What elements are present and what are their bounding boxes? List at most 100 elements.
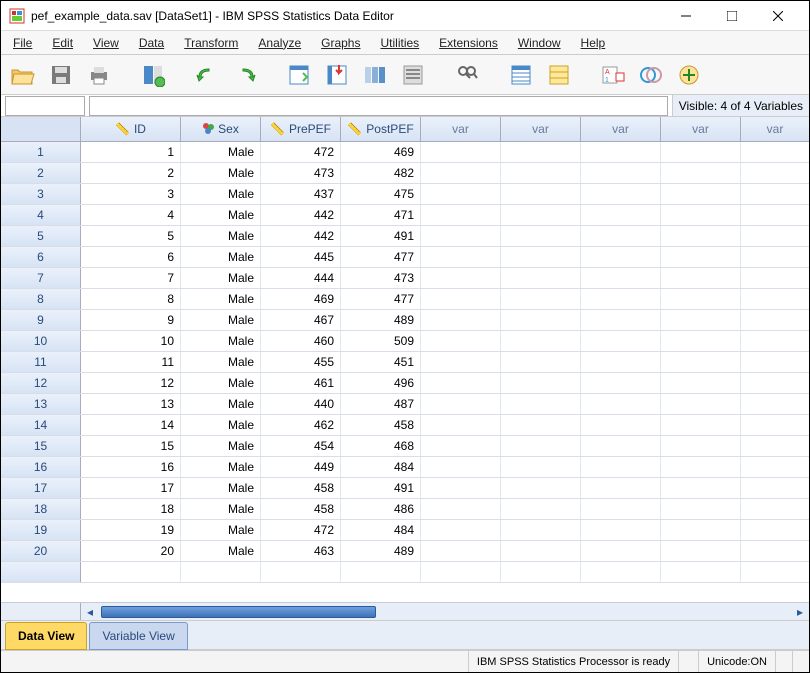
cell-empty[interactable]	[741, 373, 809, 393]
column-header-empty[interactable]: var	[661, 117, 741, 141]
menu-graphs[interactable]: Graphs	[315, 34, 366, 52]
cell-sex[interactable]: Male	[181, 478, 261, 498]
cell-sex[interactable]: Male	[181, 352, 261, 372]
cell-prepef[interactable]: 442	[261, 226, 341, 246]
cell-empty[interactable]	[581, 541, 661, 561]
cell-empty[interactable]	[501, 289, 581, 309]
column-header-prepef[interactable]: 📏PrePEF	[261, 117, 341, 141]
cell-empty[interactable]	[741, 352, 809, 372]
cell-empty[interactable]	[661, 142, 741, 162]
cell-empty[interactable]	[661, 289, 741, 309]
cell-empty[interactable]	[81, 562, 181, 582]
cell-empty[interactable]	[181, 562, 261, 582]
column-header-empty[interactable]: var	[501, 117, 581, 141]
cell-sex[interactable]: Male	[181, 226, 261, 246]
cell-empty[interactable]	[581, 142, 661, 162]
cell-empty[interactable]	[581, 226, 661, 246]
cell-sex[interactable]: Male	[181, 457, 261, 477]
row-number[interactable]: 9	[1, 310, 81, 330]
cell-empty[interactable]	[741, 184, 809, 204]
cell-empty[interactable]	[501, 142, 581, 162]
cell-sex[interactable]: Male	[181, 163, 261, 183]
cell-empty[interactable]	[581, 247, 661, 267]
menu-utilities[interactable]: Utilities	[374, 34, 425, 52]
cell-id[interactable]: 3	[81, 184, 181, 204]
cell-id[interactable]: 5	[81, 226, 181, 246]
cell-empty[interactable]	[421, 478, 501, 498]
cell-empty[interactable]	[421, 247, 501, 267]
cell-sex[interactable]: Male	[181, 436, 261, 456]
row-number[interactable]: 10	[1, 331, 81, 351]
cell-postpef[interactable]: 491	[341, 478, 421, 498]
cell-id[interactable]: 20	[81, 541, 181, 561]
row-number[interactable]: 4	[1, 205, 81, 225]
cell-postpef[interactable]: 477	[341, 247, 421, 267]
cell-empty[interactable]	[661, 373, 741, 393]
cell-id[interactable]: 1	[81, 142, 181, 162]
cell-empty[interactable]	[581, 163, 661, 183]
cell-empty[interactable]	[661, 268, 741, 288]
cell-prepef[interactable]: 458	[261, 499, 341, 519]
cell-empty[interactable]	[501, 478, 581, 498]
column-header-empty[interactable]: var	[421, 117, 501, 141]
row-number[interactable]: 5	[1, 226, 81, 246]
cell-empty[interactable]	[501, 394, 581, 414]
menu-file[interactable]: File	[7, 34, 38, 52]
cell-postpef[interactable]: 473	[341, 268, 421, 288]
cell-id[interactable]: 14	[81, 415, 181, 435]
open-button[interactable]	[7, 59, 39, 91]
cell-empty[interactable]	[741, 436, 809, 456]
cell-prepef[interactable]: 461	[261, 373, 341, 393]
row-number[interactable]: 11	[1, 352, 81, 372]
cell-sex[interactable]: Male	[181, 310, 261, 330]
row-number[interactable]: 19	[1, 520, 81, 540]
cell-prepef[interactable]: 463	[261, 541, 341, 561]
cell-id[interactable]: 7	[81, 268, 181, 288]
cell-prepef[interactable]: 445	[261, 247, 341, 267]
column-header-empty[interactable]: var	[581, 117, 661, 141]
cell-empty[interactable]	[421, 310, 501, 330]
scroll-thumb[interactable]	[101, 606, 376, 618]
cell-empty[interactable]	[421, 373, 501, 393]
cell-empty[interactable]	[501, 184, 581, 204]
cell-sex[interactable]: Male	[181, 520, 261, 540]
cell-sex[interactable]: Male	[181, 289, 261, 309]
cell-prepef[interactable]: 458	[261, 478, 341, 498]
undo-button[interactable]	[191, 59, 223, 91]
cell-empty[interactable]	[501, 331, 581, 351]
cell-empty[interactable]	[501, 352, 581, 372]
run-descriptives-button[interactable]	[397, 59, 429, 91]
cell-empty[interactable]	[581, 520, 661, 540]
cell-empty[interactable]	[741, 142, 809, 162]
cell-empty[interactable]	[661, 331, 741, 351]
cell-empty[interactable]	[421, 436, 501, 456]
cell-empty[interactable]	[581, 184, 661, 204]
select-cases-button[interactable]: A1	[597, 59, 629, 91]
cell-id[interactable]: 16	[81, 457, 181, 477]
cell-postpef[interactable]: 509	[341, 331, 421, 351]
cell-id[interactable]: 15	[81, 436, 181, 456]
row-number[interactable]: 20	[1, 541, 81, 561]
cell-empty[interactable]	[581, 562, 661, 582]
corner-cell[interactable]	[1, 117, 81, 141]
cell-empty[interactable]	[501, 268, 581, 288]
cell-postpef[interactable]: 489	[341, 310, 421, 330]
cell-empty[interactable]	[501, 247, 581, 267]
cell-empty[interactable]	[421, 394, 501, 414]
cell-prepef[interactable]: 460	[261, 331, 341, 351]
cell-empty[interactable]	[501, 457, 581, 477]
cell-empty[interactable]	[661, 415, 741, 435]
menu-window[interactable]: Window	[512, 34, 567, 52]
weight-cases-button[interactable]	[543, 59, 575, 91]
cell-empty[interactable]	[741, 415, 809, 435]
cell-prepef[interactable]: 462	[261, 415, 341, 435]
cell-empty[interactable]	[661, 163, 741, 183]
cell-id[interactable]: 18	[81, 499, 181, 519]
horizontal-scrollbar[interactable]: ◂ ▸	[1, 602, 809, 620]
cell-postpef[interactable]: 469	[341, 142, 421, 162]
cell-id[interactable]: 8	[81, 289, 181, 309]
cell-empty[interactable]	[421, 520, 501, 540]
grid-body[interactable]: 11Male47246922Male47348233Male43747544Ma…	[1, 142, 809, 602]
cell-empty[interactable]	[341, 562, 421, 582]
split-file-button[interactable]	[505, 59, 537, 91]
